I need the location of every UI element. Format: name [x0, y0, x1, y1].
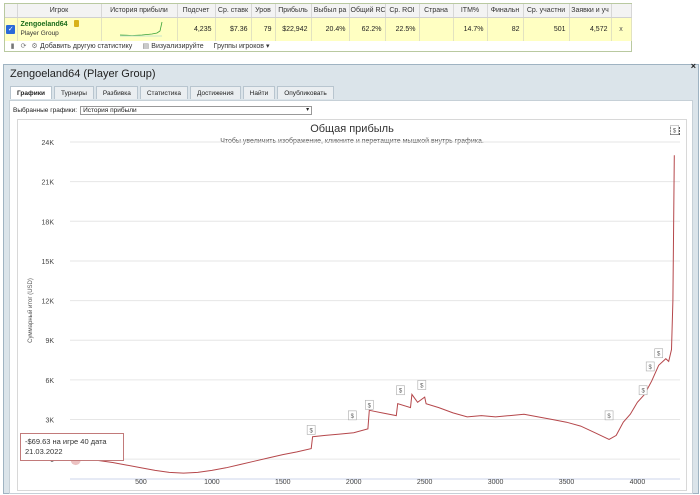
tab-charts[interactable]: Графики — [10, 86, 52, 99]
header-entries[interactable]: Заявки и уч — [569, 4, 612, 18]
tab-find[interactable]: Найти — [242, 86, 276, 99]
x-tick-label: 3000 — [488, 479, 504, 486]
player-window: Zengoeland64 (Player Group) × Графики Ту… — [3, 61, 699, 494]
y-tick-label: 3K — [45, 418, 54, 425]
visualize-label: Визуализируйте — [151, 42, 204, 50]
y-tick-label: 24K — [42, 140, 55, 147]
header-history[interactable]: История прибыли — [101, 4, 178, 18]
add-stats-label: Добавить другую статистику — [40, 42, 133, 50]
header-out[interactable]: Выбыл ра — [311, 4, 350, 18]
tab-publish[interactable]: Опубликовать — [277, 86, 334, 99]
header-remove-col — [611, 4, 632, 18]
table-row: ✓ Zengoeland64 Player Group 4,235 $7.36 … — [5, 17, 632, 41]
y-tick-label: 18K — [42, 219, 55, 226]
x-tick-label: 2500 — [417, 479, 433, 486]
x-tick-label: 4000 — [630, 479, 646, 486]
total-roi-value: 62.2% — [349, 17, 386, 41]
groups-dropdown[interactable]: Группы игроков ▾ — [213, 42, 270, 51]
tab-achievements[interactable]: Достижения — [190, 86, 241, 99]
close-button[interactable]: × — [691, 61, 696, 71]
window-tabs: Графики Турниры Разбивка Статистика Дост… — [10, 86, 334, 99]
chart-icon: ▤ — [142, 42, 150, 50]
profit-value: $22,942 — [275, 17, 312, 41]
header-avg-stake[interactable]: Ср. ставк — [215, 4, 252, 18]
level-value: 79 — [251, 17, 276, 41]
chart-selector-row: Выбранные графики: История прибыли ▾ — [13, 106, 313, 115]
visualize-button[interactable]: ▤ Визуализируйте — [142, 43, 203, 50]
player-cell[interactable]: Zengoeland64 Player Group — [17, 17, 102, 41]
player-group: Player Group — [20, 30, 59, 37]
y-tick-label: 21K — [42, 180, 55, 187]
stats-panel: Игрок История прибыли Подсчет Ср. ставк … — [4, 3, 632, 52]
chevron-down-icon: ▾ — [265, 43, 270, 50]
tab-tournaments[interactable]: Турниры — [53, 86, 94, 99]
add-stats-button[interactable]: ⚙ Добавить другую статистику — [31, 43, 132, 50]
trash-icon[interactable]: ▮ — [9, 43, 16, 50]
remove-row-button[interactable]: x — [611, 17, 632, 41]
y-tick-label: 12K — [42, 299, 55, 306]
header-total-roi[interactable]: Общий RC — [349, 4, 386, 18]
avg-roi-value: 22.5% — [385, 17, 420, 41]
tooltip-date: 21.03.2022 — [25, 447, 63, 456]
avg-stake-value: $7.36 — [215, 17, 252, 41]
tab-statistics[interactable]: Статистика — [139, 86, 188, 99]
profit-series-line — [69, 155, 675, 474]
window-title: Zengoeland64 (Player Group) — [10, 68, 156, 80]
itm-value: 14.7% — [453, 17, 488, 41]
country-value — [419, 17, 454, 41]
y-tick-label: 6K — [45, 378, 54, 385]
x-tick-label: 1000 — [204, 479, 220, 486]
count-value: 4,235 — [177, 17, 216, 41]
groups-label: Группы игроков — [213, 42, 264, 50]
stats-toolbar: ▮ ⟳ ⚙ Добавить другую статистику ▤ Визуа… — [9, 40, 275, 52]
tab-breakdown[interactable]: Разбивка — [95, 86, 138, 99]
header-level[interactable]: Уров — [251, 4, 276, 18]
chart-selector-label: Выбранные графики: — [13, 107, 78, 114]
chart-selector-value: История прибыли — [83, 107, 137, 114]
x-tick-label: 2000 — [346, 479, 362, 486]
player-name[interactable]: Zengoeland64 — [21, 21, 68, 28]
out-value: 20.4% — [311, 17, 350, 41]
header-count[interactable]: Подсчет — [177, 4, 216, 18]
chevron-down-icon: ▾ — [306, 107, 310, 113]
header-avg-entrants[interactable]: Ср. участни — [523, 4, 570, 18]
entries-value: 4,572 — [569, 17, 612, 41]
tooltip-text: -$69.63 на игре 40 дата — [25, 437, 107, 446]
chart-tooltip: -$69.63 на игре 40 дата 21.03.2022 — [20, 433, 124, 461]
final-value: 82 — [487, 17, 524, 41]
header-avg-roi[interactable]: Ср. ROI — [385, 4, 420, 18]
x-tick-label: 500 — [135, 479, 147, 486]
y-tick-label: 9K — [45, 338, 54, 345]
stats-header-row: Игрок История прибыли Подсчет Ср. ставк … — [5, 4, 632, 18]
chart-selector[interactable]: История прибыли ▾ — [80, 106, 313, 115]
checkmark-icon: ✓ — [6, 24, 16, 34]
history-sparkline — [101, 17, 178, 41]
header-checkbox-col — [5, 4, 18, 18]
x-tick-label: 1500 — [275, 479, 291, 486]
gear-icon: ⚙ — [31, 42, 38, 50]
header-final[interactable]: Финальн — [487, 4, 524, 18]
y-axis-title: Суммарный итог (USD) — [27, 278, 34, 343]
refresh-icon[interactable]: ⟳ — [20, 43, 27, 50]
medal-icon — [73, 20, 79, 27]
avg-entrants-value: 501 — [523, 17, 570, 41]
header-country[interactable]: Страна — [419, 4, 454, 18]
header-itm[interactable]: ITM% — [453, 4, 488, 18]
header-player[interactable]: Игрок — [17, 4, 102, 18]
y-tick-label: 15K — [42, 259, 55, 266]
x-tick-label: 3500 — [559, 479, 575, 486]
row-checkbox[interactable]: ✓ — [5, 17, 18, 41]
header-profit[interactable]: Прибыль — [275, 4, 312, 18]
sparkline-chart — [119, 21, 162, 36]
stats-table: Игрок История прибыли Подсчет Ср. ставк … — [5, 4, 632, 41]
